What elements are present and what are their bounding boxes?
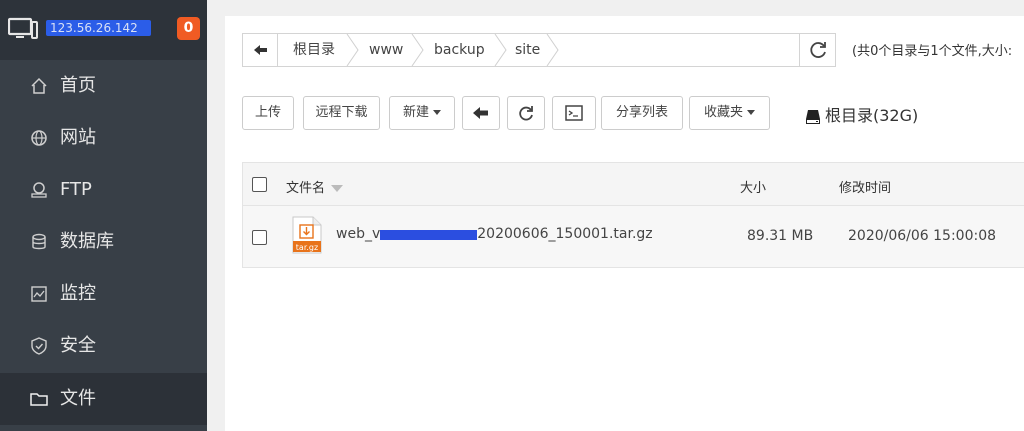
sidebar-item-label: 安全 <box>60 335 96 356</box>
redaction-bar <box>380 230 478 240</box>
file-name-suffix: 20200606_150001.tar.gz <box>477 226 653 242</box>
back-button[interactable] <box>462 96 500 130</box>
new-dropdown-button[interactable]: 新建 <box>389 96 455 130</box>
sidebar-item-label: 监控 <box>60 283 96 304</box>
notification-badge[interactable]: 0 <box>177 17 200 40</box>
sidebar-item-home[interactable]: 首页 <box>0 60 207 112</box>
file-manager-panel: 根目录 www backup site (共0个目录与1个文件,大小: 上传 远… <box>225 16 1024 431</box>
sort-down-icon <box>331 185 344 192</box>
sidebar-header: 123.56.26.142 0 <box>0 0 207 60</box>
breadcrumb-item-www[interactable]: www <box>369 34 403 66</box>
path-back-button[interactable] <box>243 34 278 66</box>
globe-icon <box>31 130 47 146</box>
file-name-prefix: web_v <box>336 226 381 242</box>
file-type-label: tar.gz <box>296 243 318 252</box>
select-all-checkbox[interactable] <box>252 177 267 192</box>
shield-icon <box>31 337 47 355</box>
ftp-icon <box>31 182 47 198</box>
sidebar-item-monitor[interactable]: 监控 <box>0 268 207 320</box>
sidebar-item-security[interactable]: 安全 <box>0 320 207 372</box>
upload-button[interactable]: 上传 <box>242 96 294 130</box>
column-header-mtime[interactable]: 修改时间 <box>839 177 891 196</box>
directory-summary: (共0个目录与1个文件,大小: <box>852 44 1013 59</box>
caret-down-icon <box>747 110 755 115</box>
folder-icon <box>30 393 48 406</box>
hard-drive-icon <box>806 109 820 124</box>
breadcrumb-item-root[interactable]: 根目录 <box>293 34 335 66</box>
server-ip[interactable]: 123.56.26.142 <box>46 20 151 36</box>
column-header-size[interactable]: 大小 <box>740 177 766 196</box>
sidebar-item-ftp[interactable]: FTP <box>0 164 207 216</box>
chevron-right-icon <box>546 34 559 66</box>
chevron-right-icon <box>411 34 424 66</box>
terminal-button[interactable] <box>552 96 596 130</box>
disk-label: 根目录(32G) <box>825 106 919 125</box>
favorites-dropdown-button[interactable]: 收藏夹 <box>689 96 770 130</box>
new-button-label: 新建 <box>402 105 429 120</box>
sidebar-item-label: FTP <box>60 179 92 200</box>
arrow-left-icon <box>254 45 267 55</box>
favorites-button-label: 收藏夹 <box>703 105 743 120</box>
breadcrumb-item-site[interactable]: site <box>515 34 540 66</box>
sidebar-item-website[interactable]: 网站 <box>0 112 207 164</box>
database-icon <box>32 233 46 250</box>
monitor-icon <box>8 17 38 39</box>
home-icon <box>31 77 47 94</box>
sidebar: 123.56.26.142 0 首页 网站 FTP 数据库 监控 安全 文件 <box>0 0 207 431</box>
breadcrumb-item-backup[interactable]: backup <box>434 34 485 66</box>
column-header-name[interactable]: 文件名 <box>286 177 344 196</box>
caret-down-icon <box>433 110 441 115</box>
column-header-name-label: 文件名 <box>286 181 326 196</box>
file-mtime: 2020/06/06 15:00:08 <box>848 228 997 244</box>
share-list-button[interactable]: 分享列表 <box>601 96 683 130</box>
path-refresh-button[interactable] <box>799 34 836 66</box>
file-size: 89.31 MB <box>747 228 814 244</box>
file-table-header: 文件名 大小 修改时间 <box>242 162 1024 206</box>
sidebar-item-label: 数据库 <box>60 231 114 252</box>
monitor-chart-icon <box>31 286 47 302</box>
file-name-link[interactable]: web_v 20200606_150001.tar.gz <box>336 226 653 242</box>
disk-selector[interactable]: 根目录(32G) <box>805 102 919 125</box>
sidebar-item-label: 文件 <box>60 388 96 409</box>
sidebar-item-label: 网站 <box>60 127 96 148</box>
sidebar-item-label: 首页 <box>60 75 96 96</box>
table-row[interactable]: tar.gz web_v 20200606_150001.tar.gz 89.31… <box>242 206 1024 268</box>
archive-file-icon: tar.gz <box>292 216 322 254</box>
refresh-icon <box>519 106 533 121</box>
terminal-icon <box>565 105 583 121</box>
chevron-right-icon <box>346 34 359 66</box>
arrow-left-icon <box>473 107 488 119</box>
remote-download-button[interactable]: 远程下载 <box>303 96 380 130</box>
row-checkbox[interactable] <box>252 230 267 245</box>
refresh-icon <box>810 42 826 58</box>
refresh-button[interactable] <box>507 96 545 130</box>
sidebar-item-database[interactable]: 数据库 <box>0 216 207 268</box>
sidebar-item-files[interactable]: 文件 <box>0 373 207 425</box>
breadcrumb: 根目录 www backup site <box>242 33 836 67</box>
chevron-right-icon <box>494 34 507 66</box>
